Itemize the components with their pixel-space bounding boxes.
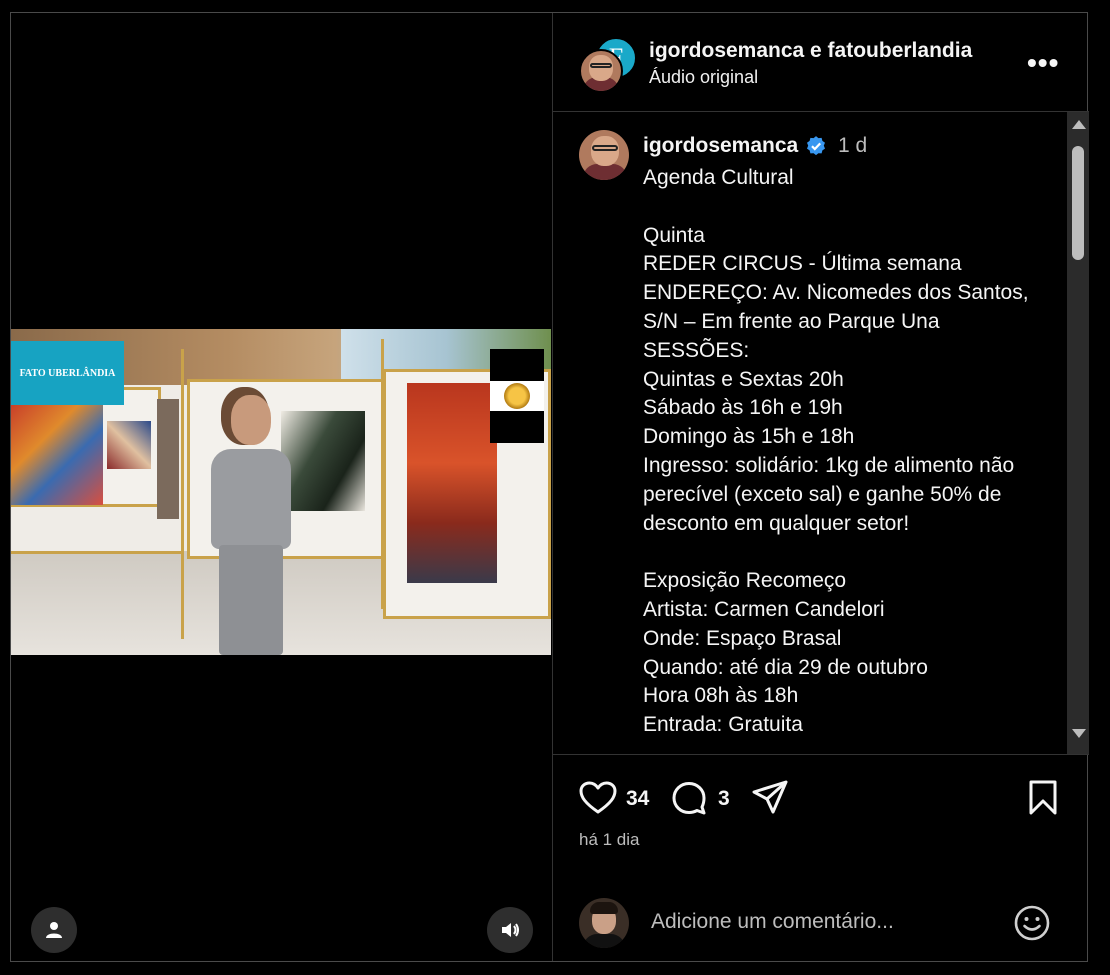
caption-line [643, 538, 1063, 567]
painting [407, 383, 497, 583]
painting [157, 399, 179, 519]
comment-bar [553, 874, 1089, 961]
current-user-avatar [579, 898, 629, 948]
post-header: F igordosemanca e fatouberlandia Áudio o… [553, 13, 1089, 112]
caption-area: igordosemanca 1 d Agenda Cultural Quinta… [553, 112, 1067, 754]
caption-avatar[interactable] [579, 130, 629, 180]
post-side-panel: F igordosemanca e fatouberlandia Áudio o… [552, 13, 1089, 961]
caption-line: Quando: até dia 29 de outubro [643, 655, 928, 679]
scroll-thumb[interactable] [1072, 146, 1084, 260]
audio-link[interactable]: Áudio original [649, 67, 758, 88]
post-actions: 34 3 há 1 dia [553, 754, 1089, 875]
posted-ago[interactable]: há 1 dia [579, 830, 640, 850]
caption-line: desconto em qualquer setor! [643, 511, 910, 535]
author-avatars[interactable]: F [579, 37, 637, 93]
frame-rail [11, 551, 181, 554]
caption-line: Entrada: Gratuita [643, 713, 803, 737]
verified-badge-icon [807, 136, 825, 156]
video-watermark: FATO UBERLÂNDIA [11, 341, 124, 405]
caption-line: Artista: Carmen Candelori [643, 597, 885, 621]
video-frame[interactable]: FATO UBERLÂNDIA [11, 329, 551, 655]
emoji-smiley-icon[interactable] [1013, 904, 1051, 942]
comment-input[interactable] [651, 910, 991, 934]
user-icon [46, 922, 62, 938]
caption-line: Agenda Cultural [643, 166, 794, 189]
caption-line: Exposição Recomeço [643, 569, 847, 593]
frame-post [381, 339, 384, 609]
mute-button[interactable] [487, 907, 533, 953]
painting [107, 421, 151, 469]
like-heart-icon[interactable] [579, 781, 617, 815]
caption-line: perecível (exceto sal) e ganhe 50% de [643, 482, 1002, 506]
caption-line: S/N – Em frente ao Parque Una [643, 309, 940, 333]
sponsor-logo [490, 349, 544, 443]
caption-scrollbar[interactable] [1067, 112, 1089, 754]
likes-count[interactable]: 34 [626, 787, 649, 811]
more-options-button[interactable]: ••• [1027, 47, 1059, 79]
caption-text: Agenda Cultural Quinta REDER CIRCUS - Úl… [643, 164, 1063, 740]
caption-line: Onde: Espaço Brasal [643, 626, 842, 650]
caption-line: Sábado às 16h e 19h [643, 396, 843, 420]
frame-post [181, 349, 184, 639]
comments-count[interactable]: 3 [718, 787, 730, 811]
presenter [195, 395, 305, 655]
caption-username[interactable]: igordosemanca [643, 134, 798, 158]
share-paper-plane-icon[interactable] [751, 779, 789, 817]
caption-line: SESSÕES: [643, 338, 750, 362]
media-panel[interactable]: FATO UBERLÂNDIA [11, 13, 551, 961]
speaker-icon [502, 923, 519, 937]
caption-line [643, 193, 1063, 222]
caption-line: REDER CIRCUS - Última semana [643, 252, 962, 276]
painting [11, 405, 103, 505]
scroll-up-arrow-icon[interactable] [1072, 120, 1086, 129]
igordosemanca-avatar[interactable] [579, 49, 623, 93]
caption-line: Quintas e Sextas 20h [643, 367, 844, 391]
caption-line: Hora 08h às 18h [643, 684, 799, 708]
tagged-users-button[interactable] [31, 907, 77, 953]
caption-line: Ingresso: solidário: 1kg de alimento não [643, 453, 1015, 477]
caption-line: ENDEREÇO: Av. Nicomedes dos Santos, [643, 281, 1029, 305]
caption-time[interactable]: 1 d [838, 134, 867, 158]
caption-line: Domingo às 15h e 18h [643, 425, 855, 449]
authors-link[interactable]: igordosemanca e fatouberlandia [649, 39, 972, 63]
scroll-down-arrow-icon[interactable] [1072, 729, 1086, 738]
comment-bubble-icon[interactable] [671, 780, 707, 816]
post-modal: FATO UBERLÂNDIA F [10, 12, 1089, 962]
caption-line: Quinta [643, 223, 705, 247]
save-bookmark-icon[interactable] [1027, 779, 1059, 817]
